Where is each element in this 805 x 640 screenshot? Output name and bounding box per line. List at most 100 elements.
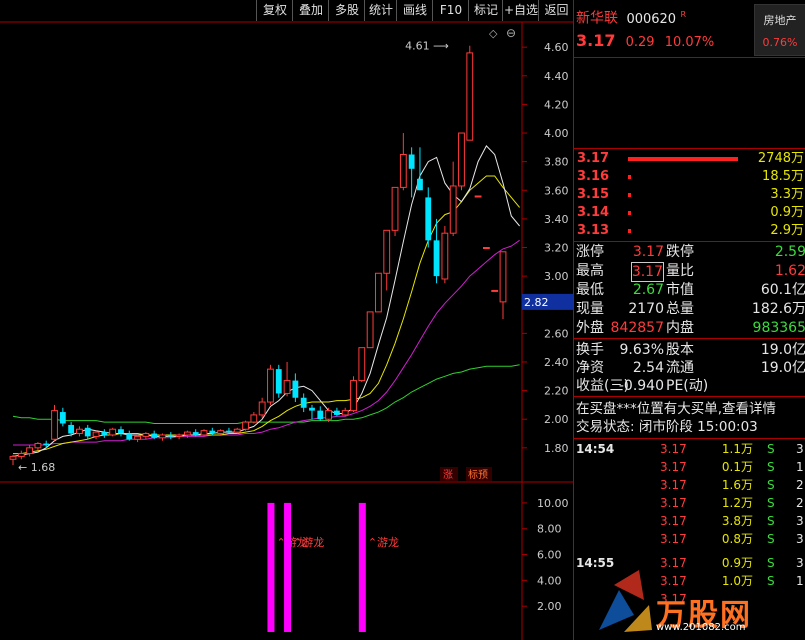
- current-price-label: 2.82: [524, 296, 549, 309]
- stats-row: 涨停 3.17 跌停 2.59: [574, 243, 805, 261]
- candle-body: [118, 429, 124, 434]
- stat-label: 市值: [666, 282, 694, 298]
- indicator-axis-label: 2.00: [537, 600, 562, 613]
- price-axis-label: 4.20: [544, 98, 569, 111]
- book-bar: [628, 175, 631, 179]
- indicator-bar: [358, 502, 366, 632]
- book-volume: 2.9万: [770, 223, 804, 238]
- low-annotation: ← 1.68: [18, 461, 55, 474]
- stock-code: 000620: [626, 11, 677, 27]
- order-book-row: 3.15 3.3万: [574, 186, 805, 204]
- tick-side: S: [767, 496, 775, 510]
- candle-body: [283, 380, 291, 394]
- stock-flag: R: [680, 10, 687, 19]
- price-axis-label: 2.00: [544, 413, 569, 426]
- candle-body: [267, 368, 274, 403]
- price-axis-label: 2.20: [544, 385, 569, 398]
- stats-row: 外盘 842857 内盘 983365: [574, 319, 805, 337]
- tick-row: 3.17 3.8万 S 3: [574, 512, 805, 530]
- candle-body: [491, 289, 499, 292]
- stat-label: 流通: [666, 360, 694, 376]
- tick-price: 3.17: [660, 532, 687, 546]
- candle-body: [366, 311, 374, 349]
- stat-label: 股本: [666, 342, 694, 358]
- candle-body: [217, 430, 225, 435]
- stat-value: 60.1亿: [760, 282, 805, 298]
- candle-body: [142, 433, 150, 437]
- stat-value: 3.17: [632, 244, 664, 260]
- stat-value: 3.17: [630, 262, 664, 282]
- candle-body: [425, 197, 432, 241]
- stat-value: 9.63%: [619, 342, 664, 358]
- tick-volume: 0.8万: [721, 532, 753, 546]
- sector-name: 房地产: [763, 14, 797, 27]
- candle-body: [258, 401, 266, 416]
- candle-body: [383, 229, 391, 274]
- tick-price: 3.17: [660, 514, 687, 528]
- big-order-notice[interactable]: 在买盘***位置有大买单,查看详情: [576, 400, 805, 418]
- tick-price: 3.17: [660, 496, 687, 510]
- indicator-axis-label: 10.00: [537, 497, 569, 510]
- candle-body: [184, 431, 191, 436]
- book-volume: 0.9万: [770, 205, 804, 220]
- tick-volume: 1.6万: [721, 478, 753, 492]
- book-volume: 2748万: [757, 151, 804, 166]
- tick-count: 1: [796, 460, 804, 474]
- logo-icon: [599, 570, 652, 632]
- candle-body: [68, 424, 75, 434]
- price-axis-label: 2.60: [544, 327, 569, 340]
- last-price: 3.17: [576, 31, 616, 50]
- price-axis-label: 2.40: [544, 356, 569, 369]
- ma5-line: [12, 145, 520, 457]
- divider: [574, 57, 805, 58]
- diamond-icon[interactable]: ◇: [489, 27, 498, 40]
- price-axis-label: 4.40: [544, 70, 569, 83]
- tag-zhang[interactable]: 涨: [443, 469, 453, 481]
- stat-value: 182.6万: [751, 301, 805, 317]
- tick-side: S: [767, 532, 775, 546]
- price-axis-label: 4.00: [544, 127, 569, 140]
- stat-value: 2170: [628, 301, 664, 317]
- youlong-label: ⌃游龙: [368, 536, 399, 549]
- candle-body: [250, 414, 258, 423]
- candle-body: [226, 430, 232, 433]
- book-bar: [628, 157, 738, 161]
- candle-body: [474, 195, 482, 198]
- price-pct: 10.07%: [664, 35, 715, 50]
- book-price: 3.17: [577, 151, 610, 166]
- candle-body: [466, 52, 474, 141]
- ma60-line: [12, 364, 520, 424]
- stat-label: 净资: [576, 360, 604, 376]
- candle-body: [134, 435, 141, 440]
- stats2-row: 净资 2.54 流通 19.0亿: [574, 359, 805, 377]
- candle-body: [43, 443, 50, 445]
- price-axis-label: 3.80: [544, 156, 569, 169]
- tick-row: 3.17 1.6万 S 2: [574, 476, 805, 494]
- candle-body: [101, 432, 108, 435]
- price-axis-label: 3.60: [544, 184, 569, 197]
- candle-body: [341, 410, 349, 416]
- stat-label: 涨停: [576, 244, 604, 260]
- tick-volume: 3.8万: [721, 514, 753, 528]
- watermark-url: www.201082.com: [656, 622, 746, 633]
- indicator-axis-label: 8.00: [537, 523, 562, 536]
- stat-label: 最高: [576, 263, 604, 279]
- book-bar: [628, 211, 631, 215]
- book-price: 3.16: [577, 169, 610, 184]
- order-book-row: 3.14 0.9万: [574, 204, 805, 222]
- candle-body: [391, 186, 399, 231]
- tick-side: S: [767, 442, 775, 456]
- candle-body: [458, 132, 465, 187]
- divider: [574, 241, 805, 242]
- kline-chart[interactable]: ◇ ⊖ 4.60 4.40 4.20 4.00 3.80 3.60 3.40 3.20 3.00 2.…: [0, 0, 573, 640]
- candle-body: [358, 347, 366, 382]
- candle-body: [209, 430, 216, 434]
- candle-body: [375, 272, 382, 313]
- tag-biaoyu[interactable]: 标预: [468, 469, 488, 481]
- tick-volume: 1.2万: [721, 496, 753, 510]
- minus-icon[interactable]: ⊖: [506, 26, 516, 40]
- candle-body: [9, 455, 17, 460]
- candle-body: [26, 447, 34, 455]
- stat-value: 2.59: [774, 244, 805, 260]
- high-annotation: 4.61 ⟶: [405, 40, 449, 53]
